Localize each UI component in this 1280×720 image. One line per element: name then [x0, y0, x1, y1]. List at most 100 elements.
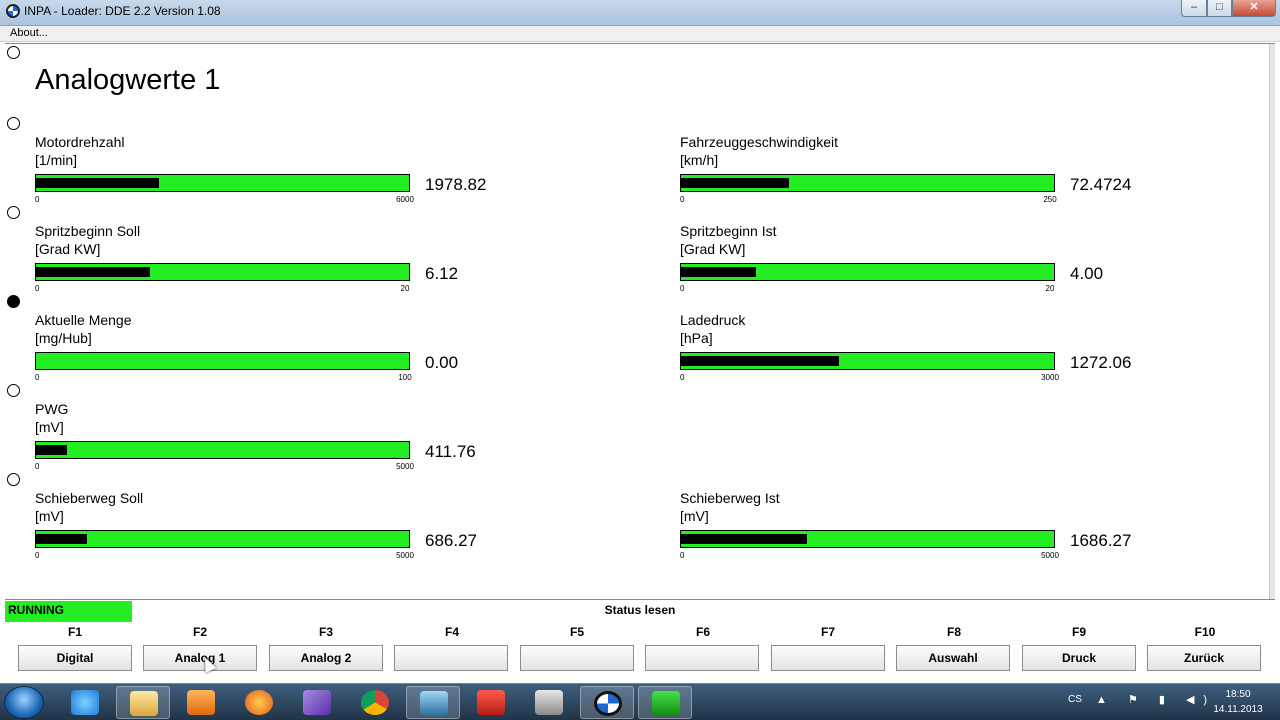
analog-2-button[interactable]: Analog 2 [269, 645, 383, 671]
chrome-glyph [361, 690, 389, 715]
gauge-label: Schieberweg Soll [35, 490, 144, 506]
close-button[interactable]: ✕ [1232, 0, 1276, 17]
gauge-bar [680, 530, 1055, 548]
monitor-app-glyph [420, 691, 448, 716]
gauge-unit: [Grad KW] [35, 241, 101, 257]
gauge-label: Spritzbeginn Ist [680, 223, 777, 239]
gauge-label: Spritzbeginn Soll [35, 223, 141, 239]
gauge-spritzbeginn-ist: Spritzbeginn Ist [Grad KW] 0 20 4.00 [680, 223, 1150, 299]
fkey-label-f6: F6 [695, 625, 710, 639]
gauge-value: 686.27 [425, 531, 477, 550]
fkey-label-f1: F1 [67, 625, 82, 639]
radio-button[interactable] [7, 206, 20, 219]
acrobat-glyph [477, 690, 505, 715]
fkey-label-f4: F4 [444, 625, 459, 639]
client-area: Analogwerte 1 Motordrehzahl [1/min] 0 60… [5, 43, 1275, 600]
clock-time[interactable]: 18:50 [1208, 689, 1268, 700]
start-button[interactable] [4, 686, 44, 719]
radio-button[interactable] [7, 473, 20, 486]
f4-button[interactable] [394, 645, 508, 671]
gauge-ladedruck: Ladedruck [hPa] 0 3000 1272.06 [680, 312, 1150, 388]
gauge-value: 1686.27 [1070, 531, 1132, 550]
radio-button[interactable] [7, 46, 20, 59]
gauge-spritzbeginn-soll: Spritzbeginn Soll [Grad KW] 0 20 6.12 [35, 223, 505, 299]
gauge-fill [36, 445, 67, 455]
radio-button-selected[interactable] [7, 295, 20, 308]
gauge-bar [35, 263, 410, 281]
gauge-max: 3000 [1041, 373, 1059, 382]
file-explorer-icon[interactable] [116, 686, 170, 719]
gauge-bar [680, 174, 1055, 192]
camera-app-icon[interactable] [522, 686, 576, 719]
gauge-unit: [km/h] [680, 152, 719, 168]
internet-explorer-icon[interactable] [58, 686, 112, 719]
diagnostic-app-icon[interactable] [638, 686, 692, 719]
menu-bar: About... [0, 26, 1280, 42]
monitor-app-icon[interactable] [406, 686, 460, 719]
radio-button[interactable] [7, 384, 20, 397]
fkey-label-f10: F10 [1194, 625, 1216, 639]
digital-button[interactable]: Digital [18, 645, 132, 671]
gauge-fill [681, 534, 807, 544]
clock-date[interactable]: 14.11.2013 [1208, 704, 1268, 715]
minimize-button[interactable]: – [1181, 0, 1207, 17]
gauge-fill [681, 356, 839, 366]
gauge-bar [35, 352, 410, 370]
bmw-app-icon[interactable] [580, 686, 634, 719]
analog-1-button[interactable]: Analog 1 [143, 645, 257, 671]
gauge-value: 0.00 [425, 353, 459, 372]
file-explorer-glyph [130, 691, 158, 716]
media-player-glyph [187, 690, 215, 715]
internet-explorer-glyph [71, 690, 99, 715]
visual-studio-icon[interactable] [290, 686, 344, 719]
gauge-max: 20 [400, 284, 410, 293]
visual-studio-glyph [303, 690, 331, 715]
gauge-min: 0 [35, 551, 40, 560]
gauge-bar [680, 352, 1055, 370]
bmw-app-glyph [594, 691, 622, 716]
gauge-unit: [mV] [680, 508, 709, 524]
gauge-max: 250 [1043, 195, 1057, 204]
radio-button[interactable] [7, 117, 20, 130]
vertical-scrollbar[interactable] [1269, 44, 1275, 599]
fkey-label-f9: F9 [1071, 625, 1086, 639]
system-tray-icons[interactable]: ▲ ⚑ ▮ ◀) [1096, 693, 1216, 706]
gauge-value: 1978.82 [425, 175, 487, 194]
fkey-label-f2: F2 [192, 625, 207, 639]
taskbar: CS ▲ ⚑ ▮ ◀) 18:50 14.11.2013 [0, 683, 1280, 720]
language-indicator[interactable]: CS [1068, 694, 1082, 705]
maximize-button[interactable]: □ [1207, 0, 1232, 17]
gauge-max: 5000 [396, 551, 414, 560]
gauge-value: 4.00 [1070, 264, 1104, 283]
f7-button[interactable] [771, 645, 885, 671]
gauge-max: 5000 [1041, 551, 1059, 560]
running-indicator: RUNNING [5, 601, 132, 622]
druck-button[interactable]: Druck [1022, 645, 1136, 671]
gauge-bar [35, 174, 410, 192]
gauge-bar [35, 441, 410, 459]
window-title-bar[interactable]: INPA - Loader: DDE 2.2 Version 1.08 – □ … [0, 0, 1280, 26]
chrome-icon[interactable] [348, 686, 402, 719]
gauge-min: 0 [680, 373, 685, 382]
gauge-max: 20 [1045, 284, 1055, 293]
gauge-value: 1272.06 [1070, 353, 1132, 372]
f6-button[interactable] [645, 645, 759, 671]
gauge-value: 411.76 [425, 442, 476, 461]
gauge-aktuelle-menge: Aktuelle Menge [mg/Hub] 0 100 0.00 [35, 312, 505, 388]
gauge-fahrzeuggeschwindigkeit: Fahrzeuggeschwindigkeit [km/h] 0 250 72.… [680, 134, 1150, 210]
gauge-bar [680, 263, 1055, 281]
diagnostic-app-glyph [652, 691, 680, 716]
gauge-value: 6.12 [425, 264, 459, 283]
auswahl-button[interactable]: Auswahl [896, 645, 1010, 671]
gauge-schieberweg-ist: Schieberweg Ist [mV] 0 5000 1686.27 [680, 490, 1150, 566]
gauge-min: 0 [35, 195, 40, 204]
gauge-max: 100 [398, 373, 412, 382]
gauge-unit: [mg/Hub] [35, 330, 92, 346]
fkey-label-f5: F5 [569, 625, 584, 639]
firefox-icon[interactable] [232, 686, 286, 719]
acrobat-icon[interactable] [464, 686, 518, 719]
menu-about[interactable]: About... [10, 27, 48, 39]
media-player-icon[interactable] [174, 686, 228, 719]
f5-button[interactable] [520, 645, 634, 671]
zurueck-button[interactable]: Zurück [1147, 645, 1261, 671]
